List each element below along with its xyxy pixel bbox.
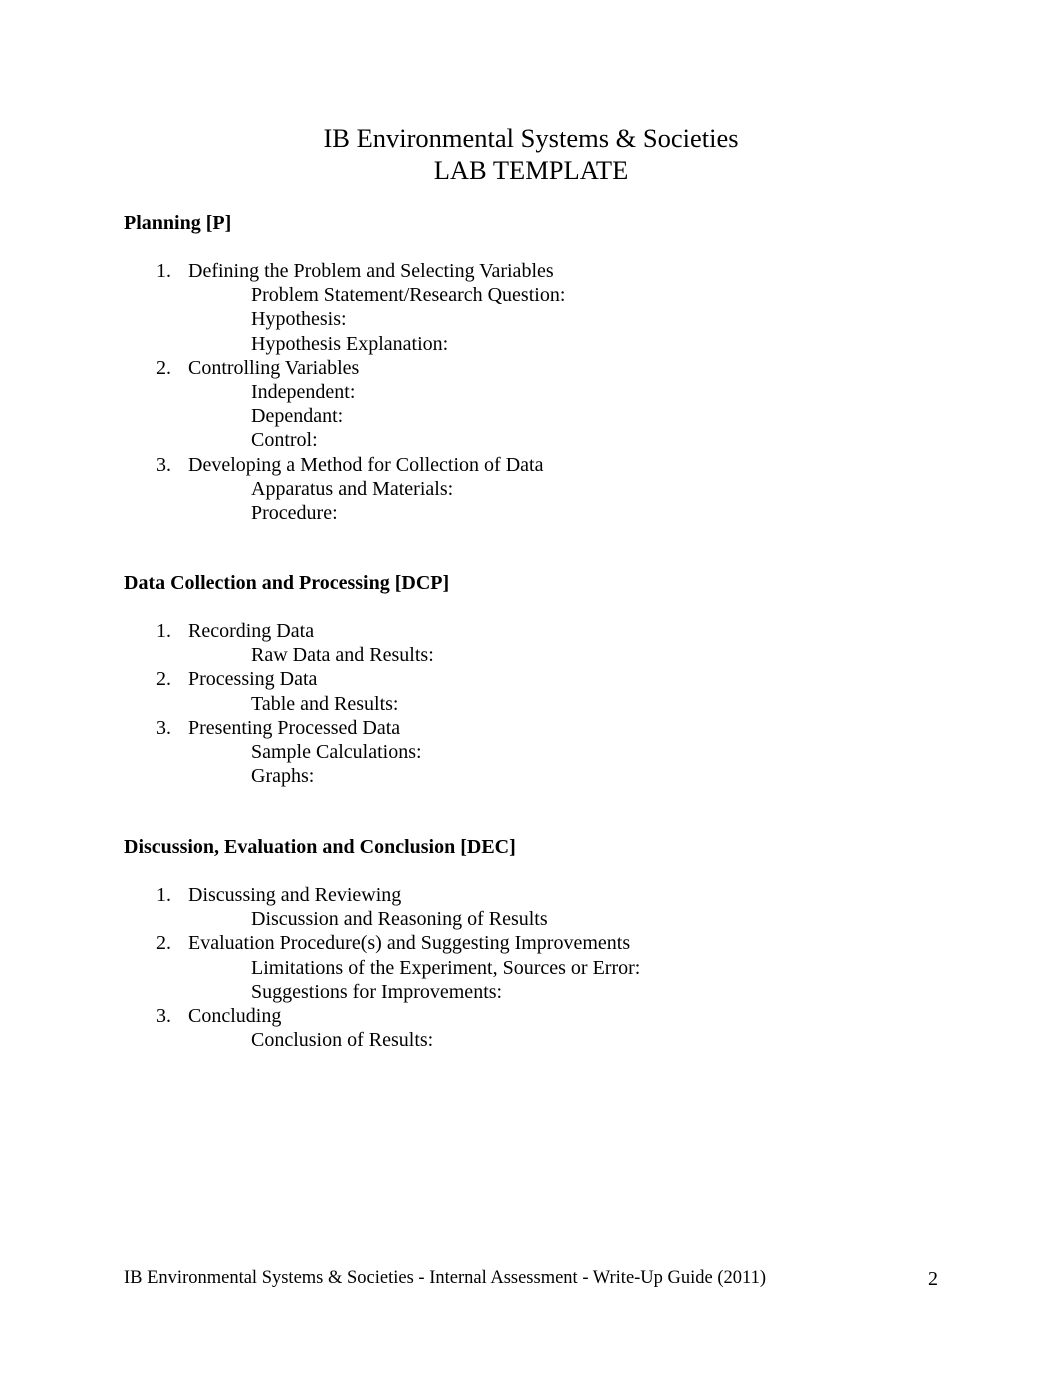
list-item: 2. Processing Data	[124, 667, 924, 691]
item-number: 3.	[156, 716, 171, 739]
sub-item: Sample Calculations:	[251, 740, 422, 763]
dcp-list: 1. Recording Data Raw Data and Results: …	[124, 619, 924, 788]
sub-item: Suggestions for Improvements:	[251, 980, 503, 1003]
item-label: Concluding	[188, 1004, 282, 1027]
list-item: 3. Presenting Processed Data	[124, 716, 924, 740]
list-item: 1. Discussing and Reviewing	[124, 883, 924, 907]
sub-item: Independent:	[251, 380, 356, 403]
list-item: 2. Controlling Variables	[124, 356, 924, 380]
page-footer: IB Environmental Systems & Societies - I…	[124, 1268, 767, 1288]
item-number: 1.	[156, 884, 171, 906]
item-number: 2.	[156, 932, 171, 955]
section-heading-dcp: Data Collection and Processing [DCP]	[124, 572, 450, 594]
item-number: 2.	[156, 668, 171, 691]
section-heading-planning: Planning [P]	[124, 212, 232, 234]
item-label: Controlling Variables	[188, 356, 360, 379]
section-heading-dec: Discussion, Evaluation and Conclusion [D…	[124, 836, 516, 858]
item-label: Evaluation Procedure(s) and Suggesting I…	[188, 932, 631, 955]
sub-item: Graphs:	[251, 765, 315, 788]
planning-list: 1. Defining the Problem and Selecting Va…	[124, 259, 924, 525]
sub-item: Problem Statement/Research Question:	[251, 284, 566, 307]
document-title: IB Environmental Systems & Societies LAB…	[0, 122, 1062, 186]
list-item: 2. Evaluation Procedure(s) and Suggestin…	[124, 931, 924, 955]
item-number: 1.	[156, 620, 171, 642]
item-number: 3.	[156, 453, 171, 476]
page-number: 2	[928, 1268, 938, 1290]
title-line-2: LAB TEMPLATE	[433, 155, 629, 185]
sub-item: Conclusion of Results:	[251, 1029, 434, 1052]
sub-item: Dependant:	[251, 405, 344, 428]
sub-item: Table and Results:	[251, 692, 399, 715]
item-label: Developing a Method for Collection of Da…	[188, 453, 544, 476]
item-label: Processing Data	[188, 668, 318, 691]
sub-item: Procedure:	[251, 501, 338, 524]
item-number: 2.	[156, 356, 171, 379]
item-number: 1.	[156, 260, 171, 282]
dec-list: 1. Discussing and Reviewing Discussion a…	[124, 883, 924, 1052]
sub-item: Control:	[251, 429, 318, 452]
list-item: 1. Recording Data	[124, 619, 924, 643]
sub-item: Discussion and Reasoning of Results	[251, 908, 548, 931]
sub-item: Apparatus and Materials:	[251, 477, 454, 500]
item-label: Discussing and Reviewing	[188, 884, 402, 906]
item-label: Recording Data	[188, 620, 315, 642]
list-item: 3. Developing a Method for Collection of…	[124, 453, 924, 477]
item-label: Presenting Processed Data	[188, 716, 401, 739]
list-item: 1. Defining the Problem and Selecting Va…	[124, 259, 924, 283]
sub-item: Hypothesis Explanation:	[251, 332, 449, 355]
title-line-1: IB Environmental Systems & Societies	[323, 123, 739, 153]
item-label: Defining the Problem and Selecting Varia…	[188, 260, 554, 282]
item-number: 3.	[156, 1004, 171, 1027]
list-item: 3. Concluding	[124, 1004, 924, 1028]
sub-item: Limitations of the Experiment, Sources o…	[251, 956, 641, 979]
sub-item: Hypothesis:	[251, 308, 347, 331]
sub-item: Raw Data and Results:	[251, 644, 434, 667]
